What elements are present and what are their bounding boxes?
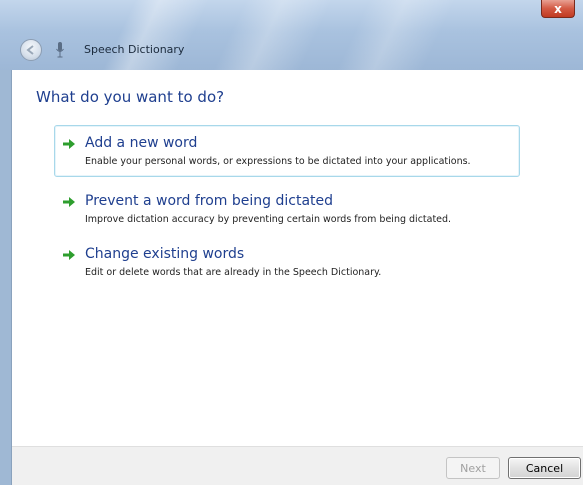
green-arrow-icon: [63, 250, 75, 260]
wizard-content: What do you want to do? Add a new word E…: [11, 70, 583, 485]
option-prevent-word[interactable]: Prevent a word from being dictated Impro…: [54, 183, 520, 235]
back-button[interactable]: [20, 39, 42, 61]
microphone-icon: [56, 42, 64, 58]
green-arrow-icon: [63, 139, 75, 149]
option-description: Edit or delete words that are already in…: [85, 267, 382, 278]
wizard-footer: Next Cancel: [12, 446, 583, 485]
title-bar: x Speech Dictionary: [0, 0, 583, 70]
speech-dictionary-window: x Speech Dictionary What do you want to …: [0, 0, 583, 485]
option-add-new-word[interactable]: Add a new word Enable your personal word…: [54, 125, 520, 177]
option-change-existing-words[interactable]: Change existing words Edit or delete wor…: [54, 236, 520, 288]
page-heading: What do you want to do?: [36, 88, 225, 106]
cancel-button[interactable]: Cancel: [508, 457, 581, 479]
option-title: Prevent a word from being dictated: [85, 193, 334, 209]
green-arrow-icon: [63, 197, 75, 207]
close-button[interactable]: x: [541, 0, 575, 18]
next-button[interactable]: Next: [446, 457, 500, 479]
close-icon: x: [554, 1, 562, 16]
back-arrow-icon: [26, 45, 34, 55]
window-title: Speech Dictionary: [84, 43, 185, 56]
option-title: Add a new word: [85, 135, 198, 151]
option-title: Change existing words: [85, 246, 245, 262]
option-description: Enable your personal words, or expressio…: [85, 156, 471, 167]
option-description: Improve dictation accuracy by preventing…: [85, 214, 452, 225]
